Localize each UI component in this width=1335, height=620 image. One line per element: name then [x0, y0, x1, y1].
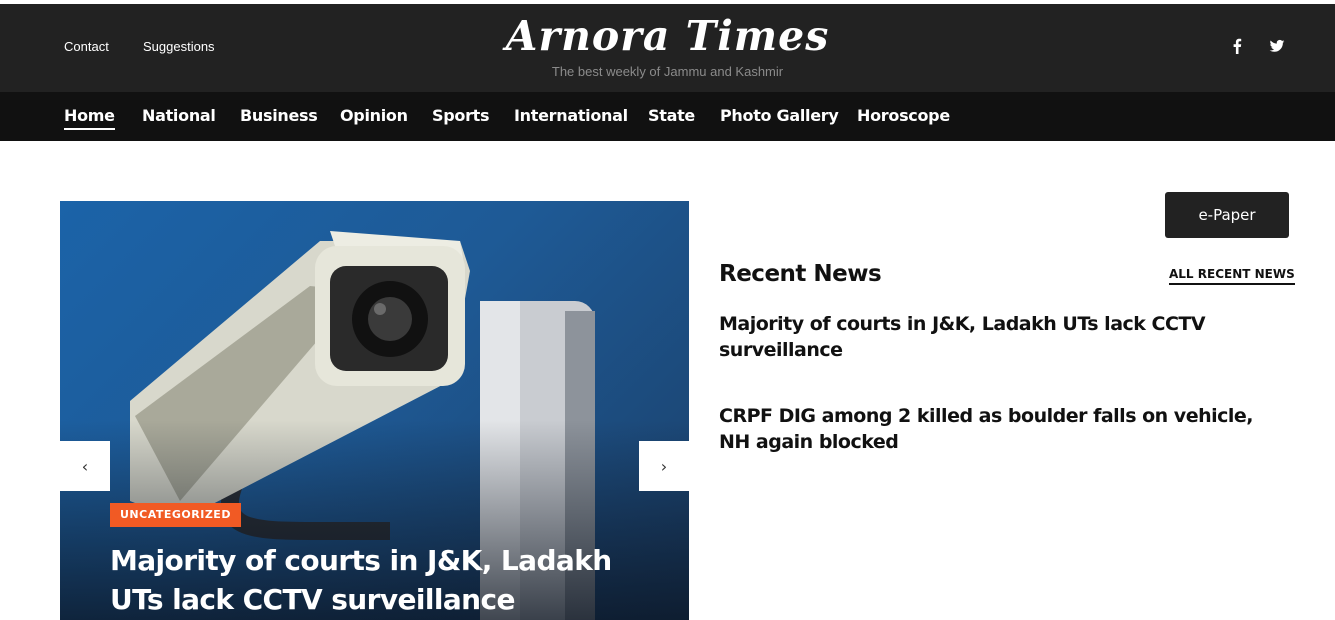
epaper-button[interactable]: e-Paper — [1165, 192, 1289, 238]
nav-horoscope[interactable]: Horoscope — [857, 106, 950, 125]
facebook-icon[interactable] — [1230, 38, 1246, 54]
recent-news-item[interactable]: CRPF DIG among 2 killed as boulder falls… — [719, 403, 1289, 455]
hero-headline[interactable]: Majority of courts in J&K, Ladakh UTs la… — [110, 541, 650, 619]
slider-next-button[interactable]: › — [639, 441, 689, 491]
nav-national[interactable]: National — [142, 106, 216, 125]
chevron-right-icon: › — [660, 456, 668, 476]
nav-state[interactable]: State — [648, 106, 695, 125]
slider-prev-button[interactable]: ‹ — [60, 441, 110, 491]
nav-international[interactable]: International — [514, 106, 628, 125]
main-navigation: Home National Business Opinion Sports In… — [0, 92, 1335, 141]
all-recent-news-link[interactable]: ALL RECENT NEWS — [1169, 267, 1295, 285]
nav-sports[interactable]: Sports — [432, 106, 490, 125]
category-badge[interactable]: UNCATEGORIZED — [110, 503, 241, 527]
featured-slider[interactable]: ‹ › UNCATEGORIZED Majority of courts in … — [60, 201, 689, 620]
chevron-left-icon: ‹ — [81, 456, 89, 476]
site-logo[interactable]: Arnora Times — [0, 12, 1335, 60]
site-tagline: The best weekly of Jammu and Kashmir — [551, 64, 784, 79]
nav-business[interactable]: Business — [240, 106, 318, 125]
nav-photo-gallery[interactable]: Photo Gallery — [720, 106, 839, 125]
nav-home[interactable]: Home — [64, 106, 115, 130]
recent-news-heading: Recent News — [719, 261, 882, 287]
top-header: Contact Suggestions Arnora Times The bes… — [0, 4, 1335, 92]
recent-news-item[interactable]: Majority of courts in J&K, Ladakh UTs la… — [719, 311, 1289, 363]
nav-opinion[interactable]: Opinion — [340, 106, 408, 125]
twitter-icon[interactable] — [1269, 38, 1285, 54]
